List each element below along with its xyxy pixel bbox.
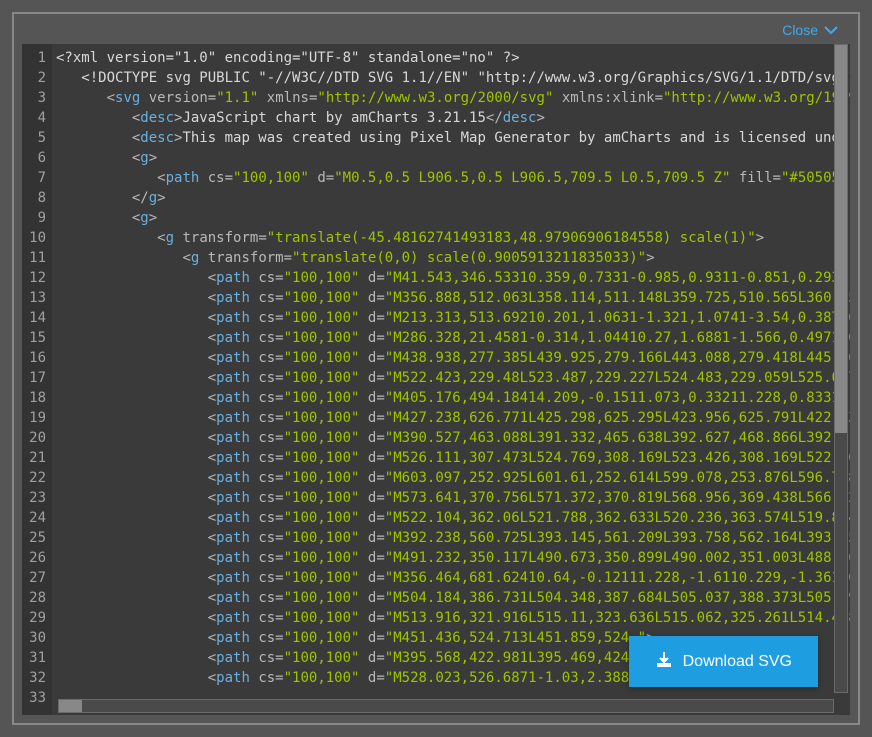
line-number: 29 [26,608,46,628]
horizontal-scrollbar[interactable] [58,699,834,713]
code-line: <path cs="100,100" d="M356.888,512.063L3… [56,288,850,308]
line-number: 2 [26,68,46,88]
line-number: 7 [26,168,46,188]
code-line: <g> [56,208,850,228]
code-line: <path cs="100,100" d="M504.184,386.731L5… [56,588,850,608]
line-number: 17 [26,368,46,388]
code-line: <path cs="100,100" d="M603.097,252.925L6… [56,468,850,488]
code-line: <path cs="100,100" d="M356.464,681.62410… [56,568,850,588]
code-line: <path cs="100,100" d="M392.238,560.725L3… [56,528,850,548]
close-button[interactable]: Close [782,20,838,39]
code-line: <path cs="100,100" d="M213.313,513.69210… [56,308,850,328]
line-number: 11 [26,248,46,268]
line-number: 1 [26,48,46,68]
line-number: 28 [26,588,46,608]
line-number: 33 [26,688,46,708]
line-number: 22 [26,468,46,488]
line-number: 27 [26,568,46,588]
line-number: 18 [26,388,46,408]
line-number: 19 [26,408,46,428]
line-number: 13 [26,288,46,308]
download-icon [655,650,673,673]
line-number: 20 [26,428,46,448]
line-number: 8 [26,188,46,208]
code-line: <path cs="100,100" d="M286.328,21.4581-0… [56,328,850,348]
download-label: Download SVG [683,653,792,671]
code-line: <path cs="100,100" d="M522.423,229.48L52… [56,368,850,388]
code-line: <desc>This map was created using Pixel M… [56,128,850,148]
line-number: 3 [26,88,46,108]
code-line: <?xml version="1.0" encoding="UTF-8" sta… [56,48,850,68]
line-number: 16 [26,348,46,368]
line-number: 6 [26,148,46,168]
code-line: <g> [56,148,850,168]
close-label: Close [782,22,818,38]
code-line: <path cs="100,100" d="M0.5,0.5 L906.5,0.… [56,168,850,188]
line-number: 10 [26,228,46,248]
line-number: 32 [26,668,46,688]
code-line: <path cs="100,100" d="M513.916,321.916L5… [56,608,850,628]
code-line: <path cs="100,100" d="M405.176,494.18414… [56,388,850,408]
download-svg-button[interactable]: Download SVG [629,636,818,687]
line-number: 4 [26,108,46,128]
code-line: <path cs="100,100" d="M390.527,463.088L3… [56,428,850,448]
code-line: </g> [56,188,850,208]
code-line: <g transform="translate(0,0) scale(0.900… [56,248,850,268]
code-line: <path cs="100,100" d="M526.111,307.473L5… [56,448,850,468]
code-line: <g transform="translate(-45.481627414931… [56,228,850,248]
line-number: 12 [26,268,46,288]
code-line: <path cs="100,100" d="M522.104,362.06L52… [56,508,850,528]
code-line: <path cs="100,100" d="M491.232,350.117L4… [56,548,850,568]
code-line: <path cs="100,100" d="M438.938,277.385L4… [56,348,850,368]
code-line: <path cs="100,100" d="M573.641,370.756L5… [56,488,850,508]
vertical-scrollbar[interactable] [834,44,848,693]
line-number-gutter: 1234567891011121314151617181920212223242… [22,44,52,715]
line-number: 31 [26,648,46,668]
code-line: <svg version="1.1" xmlns="http://www.w3.… [56,88,850,108]
code-line: <path cs="100,100" d="M427.238,626.771L4… [56,408,850,428]
line-number: 23 [26,488,46,508]
line-number: 26 [26,548,46,568]
code-content[interactable]: <?xml version="1.0" encoding="UTF-8" sta… [52,44,850,715]
line-number: 14 [26,308,46,328]
line-number: 5 [26,128,46,148]
code-line: <desc>JavaScript chart by amCharts 3.21.… [56,108,850,128]
line-number: 15 [26,328,46,348]
code-line: <path cs="100,100" d="M41.543,346.53310.… [56,268,850,288]
line-number: 30 [26,628,46,648]
code-line: <!DOCTYPE svg PUBLIC "-//W3C//DTD SVG 1.… [56,68,850,88]
line-number: 25 [26,528,46,548]
horizontal-scrollbar-thumb[interactable] [59,700,82,712]
modal-window: Close 1234567891011121314151617181920212… [12,12,860,725]
chevron-down-icon [824,20,838,39]
line-number: 24 [26,508,46,528]
code-viewer: 1234567891011121314151617181920212223242… [22,44,850,715]
vertical-scrollbar-thumb[interactable] [835,45,847,433]
line-number: 21 [26,448,46,468]
line-number: 9 [26,208,46,228]
